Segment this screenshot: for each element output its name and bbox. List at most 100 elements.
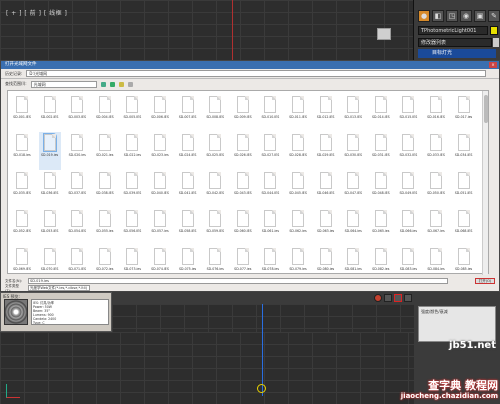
viewport-area[interactable] bbox=[112, 304, 414, 332]
modifier-list-dropdown[interactable]: 修改器列表 bbox=[418, 38, 492, 47]
file-item[interactable]: SD-042.IES bbox=[204, 170, 226, 208]
photometric-icon[interactable] bbox=[394, 294, 402, 302]
file-item[interactable]: SD-017.ies bbox=[453, 94, 475, 132]
file-item[interactable]: SD-064.ies bbox=[342, 208, 364, 246]
up-folder-icon[interactable] bbox=[109, 81, 115, 87]
lookin-dropdown[interactable]: 光域网 bbox=[30, 80, 97, 88]
file-list[interactable]: SD-001.IES SD-002.IES SD-003.IES SD-004.IES… bbox=[7, 90, 489, 275]
light-object[interactable] bbox=[257, 384, 266, 393]
file-item[interactable]: SD-043.IES bbox=[232, 170, 254, 208]
file-item[interactable]: SD-065.ies bbox=[370, 208, 392, 246]
file-item[interactable]: SD-046.IES bbox=[315, 170, 337, 208]
file-item[interactable]: SD-013.IES bbox=[342, 94, 364, 132]
file-item[interactable]: SD-030.IES bbox=[342, 132, 364, 170]
light-icon[interactable]: ● bbox=[418, 10, 430, 22]
file-item[interactable]: SD-058.IES bbox=[177, 208, 199, 246]
file-item[interactable]: SD-033.IES bbox=[425, 132, 447, 170]
bottom-viewport[interactable] bbox=[0, 332, 414, 404]
light-tool-icon[interactable] bbox=[384, 294, 392, 302]
file-item[interactable]: SD-053.IES bbox=[39, 208, 61, 246]
file-item[interactable]: SD-011.IES bbox=[287, 94, 309, 132]
file-item[interactable]: SD-045.IES bbox=[287, 170, 309, 208]
file-item[interactable]: SD-008.IES bbox=[204, 94, 226, 132]
modifier-stack-item[interactable]: 目标灯光 bbox=[418, 49, 496, 58]
file-item[interactable]: SD-028.IES bbox=[287, 132, 309, 170]
top-viewport[interactable]: [ + ] [ 前 ] [ 线框 ] bbox=[0, 0, 414, 60]
object-color-swatch[interactable] bbox=[490, 26, 498, 35]
file-item[interactable]: SD-018.ies bbox=[11, 132, 33, 170]
close-button[interactable]: × bbox=[489, 62, 497, 68]
file-item[interactable]: SD-049.IES bbox=[397, 170, 419, 208]
file-item[interactable]: SD-015.IES bbox=[397, 94, 419, 132]
file-item[interactable]: SD-039.IES bbox=[121, 170, 143, 208]
file-item[interactable]: SD-019.ies bbox=[38, 132, 61, 170]
file-item[interactable]: SD-067.ies bbox=[425, 208, 447, 246]
file-item[interactable]: SD-060.IES bbox=[232, 208, 254, 246]
settings-icon[interactable] bbox=[404, 294, 412, 302]
file-item[interactable]: SD-009.IES bbox=[232, 94, 254, 132]
new-folder-icon[interactable] bbox=[118, 81, 124, 87]
file-item[interactable]: SD-059.IES bbox=[204, 208, 226, 246]
file-item[interactable]: SD-029.IES bbox=[315, 132, 337, 170]
file-item[interactable]: SD-012.IES bbox=[315, 94, 337, 132]
file-item[interactable]: SD-034.IES bbox=[453, 132, 475, 170]
file-item[interactable]: SD-048.IES bbox=[370, 170, 392, 208]
open-button[interactable]: 打开(O) bbox=[475, 278, 495, 284]
file-item[interactable]: SD-004.IES bbox=[94, 94, 116, 132]
modify-icon[interactable]: ◳ bbox=[446, 10, 458, 22]
file-item[interactable]: SD-024.IES bbox=[177, 132, 199, 170]
file-item[interactable]: SD-044.IES bbox=[259, 170, 281, 208]
file-item[interactable]: SD-051.IES bbox=[453, 170, 475, 208]
file-item[interactable]: SD-056.IES bbox=[121, 208, 143, 246]
file-item[interactable]: SD-061.ies bbox=[259, 208, 281, 246]
file-item[interactable]: SD-052.IES bbox=[11, 208, 33, 246]
file-item[interactable]: SD-032.IES bbox=[397, 132, 419, 170]
file-item[interactable]: SD-003.IES bbox=[66, 94, 88, 132]
file-item[interactable]: SD-031.IES bbox=[370, 132, 392, 170]
file-item[interactable]: SD-063.ies bbox=[315, 208, 337, 246]
scroll-thumb[interactable] bbox=[484, 95, 488, 123]
file-item[interactable]: SD-014.IES bbox=[370, 94, 392, 132]
hierarchy-icon[interactable]: ◉ bbox=[460, 10, 472, 22]
viewport-label[interactable]: [ + ] [ 前 ] [ 线框 ] bbox=[6, 8, 67, 17]
file-item[interactable]: SD-050.IES bbox=[425, 170, 447, 208]
file-item[interactable]: SD-066.ies bbox=[397, 208, 419, 246]
file-item[interactable]: SD-040.IES bbox=[149, 170, 171, 208]
file-item[interactable]: SD-002.IES bbox=[39, 94, 61, 132]
file-item[interactable]: SD-047.IES bbox=[342, 170, 364, 208]
file-item[interactable]: SD-054.IES bbox=[66, 208, 88, 246]
file-item[interactable]: SD-057.ies bbox=[149, 208, 171, 246]
file-item[interactable]: SD-036.IES bbox=[39, 170, 61, 208]
view-menu-icon[interactable] bbox=[127, 81, 133, 87]
object-name-field[interactable]: TPhotometricLight001 bbox=[418, 26, 488, 35]
scrollbar[interactable] bbox=[482, 91, 488, 275]
viewcube-icon[interactable] bbox=[377, 28, 391, 40]
file-item[interactable]: SD-038.IES bbox=[94, 170, 116, 208]
file-item[interactable]: SD-005.IES bbox=[121, 94, 143, 132]
file-item[interactable]: SD-025.IES bbox=[204, 132, 226, 170]
render-icon[interactable] bbox=[374, 294, 382, 302]
file-item[interactable]: SD-041.IES bbox=[177, 170, 199, 208]
display-icon[interactable]: ▣ bbox=[474, 10, 486, 22]
history-field[interactable]: D:\光域网 bbox=[26, 70, 487, 77]
file-item[interactable]: SD-020.ies bbox=[66, 132, 88, 170]
file-item[interactable]: SD-022.ies bbox=[121, 132, 143, 170]
filename-input[interactable]: SD-019.ies bbox=[28, 278, 448, 284]
parameters-rollout[interactable]: 强度/颜色/衰减 bbox=[418, 306, 496, 342]
file-item[interactable]: SD-001.IES bbox=[11, 94, 33, 132]
chevron-down-icon[interactable] bbox=[493, 38, 499, 47]
file-item[interactable]: SD-026.IES bbox=[232, 132, 254, 170]
file-item[interactable]: SD-062.ies bbox=[287, 208, 309, 246]
file-item[interactable]: SD-007.IES bbox=[177, 94, 199, 132]
file-item[interactable]: SD-027.IES bbox=[259, 132, 281, 170]
filetype-dropdown[interactable]: 光度学Web文件(*.ies,*.cibse,*.ltli) bbox=[28, 285, 90, 291]
file-item[interactable]: SD-010.IES bbox=[259, 94, 281, 132]
file-item[interactable]: SD-016.IES bbox=[425, 94, 447, 132]
file-item[interactable]: SD-023.ies bbox=[149, 132, 171, 170]
file-item[interactable]: SD-068.IES bbox=[453, 208, 475, 246]
file-item[interactable]: SD-006.IES bbox=[149, 94, 171, 132]
utilities-icon[interactable]: ✎ bbox=[488, 10, 500, 22]
back-icon[interactable] bbox=[100, 81, 106, 87]
file-item[interactable]: SD-037.IES bbox=[66, 170, 88, 208]
create-icon[interactable]: ◧ bbox=[432, 10, 444, 22]
